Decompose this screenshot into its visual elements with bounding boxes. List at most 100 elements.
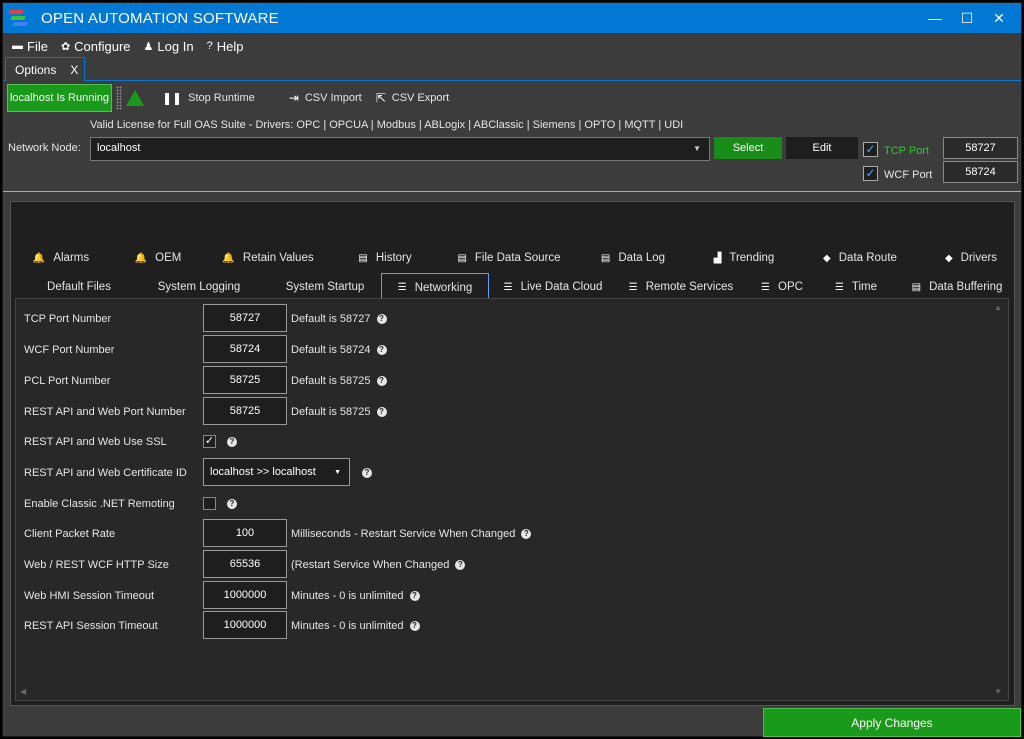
tab-remote-services[interactable]: ☰ Remote Services: [627, 273, 735, 301]
network-node-label: Network Node:: [8, 142, 81, 154]
runtime-status-button[interactable]: localhost Is Running: [7, 84, 112, 112]
tcp-port-field[interactable]: 58727: [943, 137, 1018, 159]
tab-networking[interactable]: ☰ Networking: [381, 273, 489, 301]
table-icon: ▤: [457, 252, 467, 264]
http-size-row: Web / REST WCF HTTP Size 65536 (Restart …: [16, 550, 996, 580]
help-icon[interactable]: ?: [455, 560, 466, 571]
hint-text: Minutes - 0 is unlimited: [291, 620, 404, 632]
tab-data-buffering[interactable]: ▤ Data Buffering: [907, 273, 1007, 301]
wcf-port-checkbox[interactable]: ✓: [863, 166, 878, 181]
tcp-port-checkbox[interactable]: ✓: [863, 142, 878, 157]
hint-text: Minutes - 0 is unlimited: [291, 590, 404, 602]
help-icon[interactable]: ?: [362, 468, 372, 478]
tab-alarms[interactable]: 🔔 Alarms: [21, 244, 101, 272]
hint-text: (Restart Service When Changed: [291, 559, 450, 571]
help-icon[interactable]: ?: [376, 314, 387, 325]
help-icon[interactable]: ?: [376, 376, 387, 387]
scroll-down-icon[interactable]: ▼: [994, 687, 1002, 696]
help-icon[interactable]: ?: [376, 345, 387, 356]
table-icon: ▤: [911, 281, 922, 293]
options-tabs-row-1: 🔔 Alarms 🔔 OEM 🔔 Retain Values ▤ History…: [11, 244, 1014, 272]
hmi-session-timeout-input[interactable]: 1000000: [203, 581, 287, 609]
help-icon[interactable]: ?: [521, 529, 532, 540]
csv-import-button[interactable]: ⇥ CSV Import: [289, 91, 362, 105]
bell-icon: 🔔: [32, 252, 46, 264]
rest-port-number-input[interactable]: 58725: [203, 397, 287, 425]
maximize-icon[interactable]: ☐: [951, 10, 983, 27]
classic-remoting-checkbox[interactable]: [203, 497, 216, 510]
rest-port-row: REST API and Web Port Number 58725 Defau…: [16, 397, 996, 427]
minimize-icon[interactable]: —: [919, 10, 951, 26]
api-session-timeout-input[interactable]: 1000000: [203, 611, 287, 639]
stop-runtime-button[interactable]: ❚❚ Stop Runtime: [162, 91, 255, 105]
network-node-dropdown[interactable]: localhost ▼: [90, 137, 710, 161]
client-packet-rate-input[interactable]: 100: [203, 519, 287, 547]
start-runtime-icon[interactable]: [126, 90, 144, 106]
menu-file[interactable]: ▬ File: [12, 39, 48, 54]
menu-label: Configure: [74, 38, 131, 54]
tab-data-log[interactable]: ▤ Data Log: [589, 244, 677, 272]
csv-export-button[interactable]: ⇱ CSV Export: [376, 91, 450, 105]
stop-runtime-label: Stop Runtime: [188, 92, 255, 104]
edit-button[interactable]: Edit: [786, 137, 858, 159]
menu-label: Help: [216, 38, 244, 54]
field-hint: Milliseconds - Restart Service When Chan…: [291, 528, 532, 540]
scroll-left-icon[interactable]: ◀: [20, 687, 26, 696]
chevron-down-icon: ▼: [334, 469, 341, 476]
select-button[interactable]: Select: [714, 137, 782, 159]
title-bar: OPEN AUTOMATION SOFTWARE — ☐ ✕: [3, 3, 1021, 33]
tab-options[interactable]: Options X: [5, 57, 85, 81]
tab-history[interactable]: ▤ History: [341, 244, 429, 272]
wcf-port-number-input[interactable]: 58724: [203, 335, 287, 363]
field-hint: Default is 58727?: [291, 313, 387, 325]
tab-trending[interactable]: ▟ Trending: [697, 244, 791, 272]
http-size-input[interactable]: 65536: [203, 550, 287, 578]
rest-certificate-dropdown[interactable]: localhost >> localhost ▼: [203, 458, 350, 486]
tab-label: Networking: [414, 281, 473, 294]
field-label: REST API and Web Certificate ID: [24, 467, 187, 479]
tab-data-route[interactable]: ◆ Data Route: [807, 244, 913, 272]
apply-changes-button[interactable]: Apply Changes: [763, 708, 1021, 737]
tab-label: Data Log: [618, 252, 666, 264]
tab-label: History: [375, 252, 412, 264]
toolbar: localhost Is Running ❚❚ Stop Runtime ⇥ C…: [3, 83, 449, 113]
license-text: Valid License for Full OAS Suite - Drive…: [90, 119, 684, 131]
tab-opc[interactable]: ☰ OPC: [757, 273, 807, 301]
help-icon[interactable]: ?: [227, 499, 237, 509]
tcp-port-number-input[interactable]: 58727: [203, 304, 287, 332]
close-icon[interactable]: ✕: [983, 10, 1015, 27]
help-icon[interactable]: ?: [409, 621, 420, 632]
tab-retain-values[interactable]: 🔔 Retain Values: [213, 244, 323, 272]
network-icon: ☰: [628, 281, 638, 293]
tab-label: OEM: [155, 252, 182, 264]
help-icon[interactable]: ?: [227, 437, 237, 447]
tab-label: Remote Services: [645, 281, 734, 293]
tab-drivers[interactable]: ◆ Drivers: [931, 244, 1011, 272]
tab-live-data-cloud[interactable]: ☰ Live Data Cloud: [501, 273, 605, 301]
tab-default-files[interactable]: Default Files: [39, 273, 119, 301]
help-icon: ?: [206, 40, 213, 52]
tab-system-startup[interactable]: System Startup: [277, 273, 373, 301]
field-label: REST API and Web Use SSL: [24, 436, 167, 448]
tab-time[interactable]: ☰ Time: [831, 273, 881, 301]
field-label: REST API Session Timeout: [24, 620, 158, 632]
tab-close-icon[interactable]: X: [70, 63, 78, 77]
rest-ssl-checkbox[interactable]: ✓: [203, 435, 216, 448]
tab-oem[interactable]: 🔔 OEM: [123, 244, 193, 272]
menu-configure[interactable]: ✿ Configure: [61, 39, 131, 54]
help-icon[interactable]: ?: [376, 407, 387, 418]
wcf-port-field[interactable]: 58724: [943, 161, 1018, 183]
menu-help[interactable]: ? Help: [207, 39, 244, 54]
help-icon[interactable]: ?: [409, 591, 420, 602]
tab-file-data-source[interactable]: ▤ File Data Source: [445, 244, 573, 272]
pcl-port-number-input[interactable]: 58725: [203, 366, 287, 394]
tab-system-logging[interactable]: System Logging: [149, 273, 249, 301]
network-node-row: Network Node: localhost ▼ Select Edit ✓ …: [3, 135, 1021, 187]
app-logo-icon: [7, 7, 29, 29]
menu-login[interactable]: ♟ Log In: [144, 39, 194, 54]
hmi-timeout-row: Web HMI Session Timeout 1000000 Minutes …: [16, 581, 996, 611]
network-icon: ☰: [761, 281, 771, 293]
field-label: Web / REST WCF HTTP Size: [24, 559, 169, 571]
field-hint: Default is 58725?: [291, 375, 387, 387]
tab-label: Options: [15, 62, 57, 77]
